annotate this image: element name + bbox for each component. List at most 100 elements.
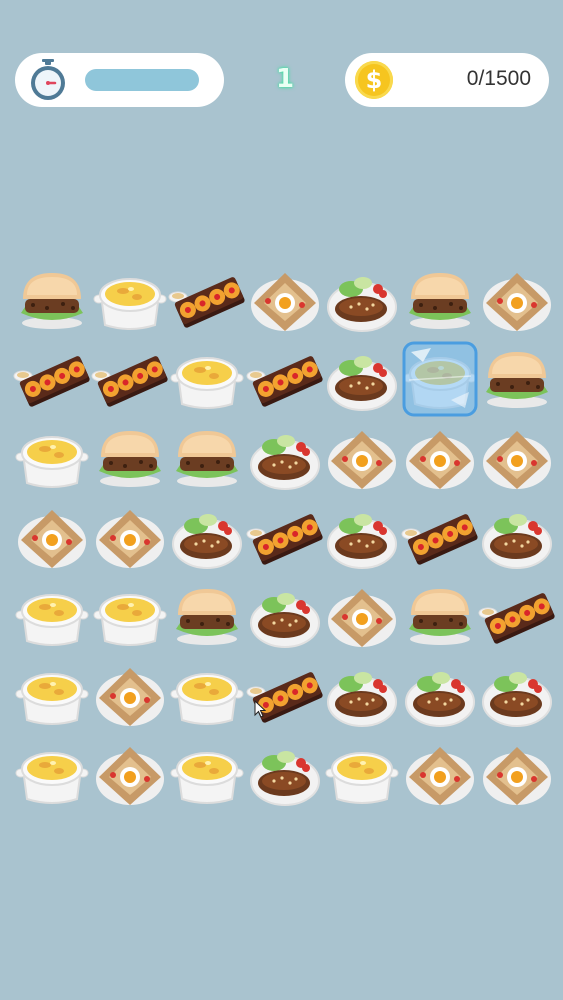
galette-icon [483, 273, 551, 331]
galette-icon [483, 747, 551, 805]
hamburg-steak-icon [327, 514, 397, 569]
food-tile[interactable] [478, 577, 556, 655]
food-tile[interactable] [246, 261, 324, 339]
food-tile[interactable] [91, 735, 169, 813]
hamburg-steak-icon [327, 356, 397, 411]
hamburg-steak-icon [327, 277, 397, 332]
burger-icon [409, 273, 471, 329]
food-tile[interactable] [168, 656, 246, 734]
food-tile[interactable] [246, 498, 324, 576]
food-tile[interactable] [478, 261, 556, 339]
hamburg-steak-icon [327, 672, 397, 727]
burger-icon [486, 352, 548, 408]
food-tile[interactable] [13, 735, 91, 813]
food-tile[interactable] [323, 340, 401, 418]
takoyaki-icon [246, 514, 323, 565]
food-tile[interactable] [91, 419, 169, 497]
food-tile[interactable] [13, 577, 91, 655]
burger-icon [176, 431, 238, 487]
food-tile[interactable] [13, 340, 91, 418]
food-tile[interactable] [168, 498, 246, 576]
burger-icon [409, 589, 471, 645]
food-tile[interactable] [401, 656, 479, 734]
food-tile[interactable] [401, 261, 479, 339]
takoyaki-icon [246, 356, 323, 407]
gratin-icon [170, 752, 244, 804]
galette-icon [251, 273, 319, 331]
gratin-icon [93, 278, 167, 330]
burger-icon [99, 431, 161, 487]
takoyaki-icon [246, 672, 323, 723]
food-tile[interactable] [401, 419, 479, 497]
timer-panel [15, 53, 224, 107]
food-tile[interactable] [13, 419, 91, 497]
gratin-icon [325, 752, 399, 804]
takoyaki-icon [13, 356, 90, 407]
food-tile[interactable] [168, 577, 246, 655]
food-tile[interactable] [168, 419, 246, 497]
food-tile[interactable] [246, 419, 324, 497]
gratin-icon [15, 673, 89, 725]
food-tile[interactable] [323, 656, 401, 734]
hamburg-steak-icon [250, 593, 320, 648]
galette-icon [96, 510, 164, 568]
gratin-icon [15, 752, 89, 804]
food-tile[interactable] [401, 498, 479, 576]
takoyaki-icon [91, 356, 168, 407]
takoyaki-icon [168, 277, 245, 328]
galette-icon [96, 668, 164, 726]
coin-score: 0/1500 [466, 67, 531, 90]
takoyaki-icon [401, 514, 478, 565]
galette-icon [328, 431, 396, 489]
food-tile[interactable] [91, 261, 169, 339]
food-tile[interactable] [323, 498, 401, 576]
burger-icon [176, 589, 238, 645]
galette-icon [96, 747, 164, 805]
food-tile[interactable] [246, 577, 324, 655]
gratin-icon [15, 436, 89, 488]
coin-icon: $ [355, 61, 393, 99]
food-tile[interactable] [401, 577, 479, 655]
food-tile[interactable] [246, 735, 324, 813]
food-tile[interactable] [168, 261, 246, 339]
food-tile[interactable] [478, 735, 556, 813]
food-tile[interactable] [13, 261, 91, 339]
gratin-icon [93, 594, 167, 646]
galette-icon [406, 747, 474, 805]
food-tile[interactable] [323, 261, 401, 339]
food-tile[interactable] [478, 498, 556, 576]
galette-icon [406, 431, 474, 489]
hamburg-steak-icon [482, 672, 552, 727]
food-tile[interactable] [401, 735, 479, 813]
galette-icon [483, 431, 551, 489]
burger-icon [21, 273, 83, 329]
hamburg-steak-icon [250, 751, 320, 806]
food-tile[interactable] [478, 656, 556, 734]
food-tile[interactable] [168, 735, 246, 813]
frozen-tile[interactable] [401, 340, 479, 418]
coin-panel: $ 0/1500 [345, 53, 549, 107]
food-tile[interactable] [13, 498, 91, 576]
food-tile[interactable] [168, 340, 246, 418]
hamburg-steak-icon [405, 672, 475, 727]
timer-progress-bar [85, 69, 199, 91]
food-tile[interactable] [478, 340, 556, 418]
food-tile[interactable] [91, 656, 169, 734]
hamburg-steak-icon [482, 514, 552, 569]
food-tile[interactable] [13, 656, 91, 734]
gratin-icon [15, 594, 89, 646]
galette-icon [18, 510, 86, 568]
gratin-icon [170, 673, 244, 725]
food-tile[interactable] [478, 419, 556, 497]
food-tile[interactable] [91, 340, 169, 418]
food-tile[interactable] [323, 735, 401, 813]
food-tile[interactable] [91, 577, 169, 655]
food-tile[interactable] [246, 656, 324, 734]
level-number: 1 [275, 64, 295, 94]
food-tile[interactable] [246, 340, 324, 418]
food-tile[interactable] [323, 419, 401, 497]
hamburg-steak-icon [172, 514, 242, 569]
food-tile[interactable] [323, 577, 401, 655]
hamburg-steak-icon [250, 435, 320, 490]
food-tile[interactable] [91, 498, 169, 576]
